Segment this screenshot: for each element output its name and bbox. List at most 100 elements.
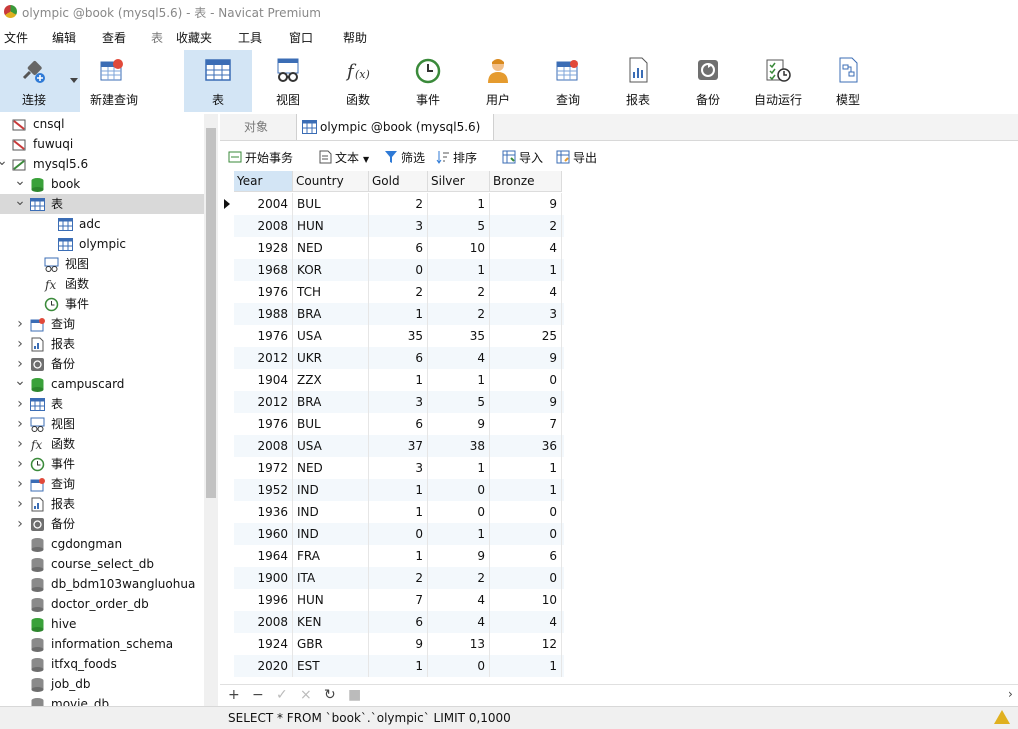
- cell-silver[interactable]: 1: [428, 369, 490, 391]
- cell-country[interactable]: USA: [293, 325, 369, 347]
- sidebar-item[interactable]: itfxq_foods: [0, 654, 204, 674]
- backup-button[interactable]: 备份: [676, 50, 740, 112]
- cell-bronze[interactable]: 4: [490, 281, 562, 303]
- cell-gold[interactable]: 1: [369, 655, 428, 677]
- cell-country[interactable]: EST: [293, 655, 369, 677]
- table-row[interactable]: 1900 ITA 2 2 0: [234, 567, 564, 589]
- cell-bronze[interactable]: 9: [490, 193, 562, 215]
- sidebar-item[interactable]: doctor_order_db: [0, 594, 204, 614]
- sidebar-item[interactable]: fuwuqi: [0, 134, 204, 154]
- user-button[interactable]: 用户: [466, 50, 530, 112]
- scroll-right-icon[interactable]: ›: [1008, 687, 1013, 701]
- cell-year[interactable]: 1960: [234, 523, 293, 545]
- cell-year[interactable]: 1976: [234, 413, 293, 435]
- cell-bronze[interactable]: 10: [490, 589, 562, 611]
- sidebar-item[interactable]: › 事件: [0, 454, 204, 474]
- cell-bronze[interactable]: 0: [490, 567, 562, 589]
- table-row[interactable]: 1968 KOR 0 1 1: [234, 259, 564, 281]
- cell-bronze[interactable]: 25: [490, 325, 562, 347]
- cell-gold[interactable]: 6: [369, 413, 428, 435]
- table-row[interactable]: 1976 USA 35 35 25: [234, 325, 564, 347]
- cell-gold[interactable]: 1: [369, 479, 428, 501]
- sidebar-item[interactable]: information_schema: [0, 634, 204, 654]
- cell-silver[interactable]: 5: [428, 391, 490, 413]
- cell-bronze[interactable]: 1: [490, 479, 562, 501]
- sidebar-item[interactable]: › 查询: [0, 474, 204, 494]
- column-header-year[interactable]: Year: [234, 171, 293, 192]
- cell-country[interactable]: NED: [293, 457, 369, 479]
- table-row[interactable]: 1976 TCH 2 2 4: [234, 281, 564, 303]
- warning-icon[interactable]: [994, 710, 1010, 724]
- chevron-down-icon[interactable]: ⌄: [14, 374, 26, 394]
- cell-gold[interactable]: 0: [369, 523, 428, 545]
- cell-silver[interactable]: 0: [428, 501, 490, 523]
- table-row[interactable]: 1904 ZZX 1 1 0: [234, 369, 564, 391]
- cell-year[interactable]: 1928: [234, 237, 293, 259]
- cell-country[interactable]: KOR: [293, 259, 369, 281]
- cell-silver[interactable]: 9: [428, 413, 490, 435]
- cell-gold[interactable]: 2: [369, 567, 428, 589]
- cell-year[interactable]: 1968: [234, 259, 293, 281]
- cell-silver[interactable]: 1: [428, 259, 490, 281]
- sidebar-item[interactable]: 事件: [0, 294, 204, 314]
- table-row[interactable]: 1964 FRA 1 9 6: [234, 545, 564, 567]
- sidebar-item[interactable]: movie_db: [0, 694, 204, 706]
- report-button[interactable]: 报表: [606, 50, 670, 112]
- cell-year[interactable]: 2008: [234, 611, 293, 633]
- cell-gold[interactable]: 6: [369, 237, 428, 259]
- sidebar-item[interactable]: 视图: [0, 254, 204, 274]
- cell-country[interactable]: IND: [293, 523, 369, 545]
- sidebar-scrollbar-thumb[interactable]: [206, 128, 216, 498]
- cell-bronze[interactable]: 2: [490, 215, 562, 237]
- cell-year[interactable]: 2012: [234, 347, 293, 369]
- sidebar-item[interactable]: adc: [0, 214, 204, 234]
- cell-silver[interactable]: 2: [428, 567, 490, 589]
- table-row[interactable]: 1996 HUN 7 4 10: [234, 589, 564, 611]
- cell-gold[interactable]: 6: [369, 347, 428, 369]
- sidebar-item[interactable]: cnsql: [0, 114, 204, 134]
- menu-favorites[interactable]: 收藏夹: [176, 29, 212, 46]
- cell-country[interactable]: HUN: [293, 215, 369, 237]
- cell-silver[interactable]: 0: [428, 655, 490, 677]
- cell-country[interactable]: KEN: [293, 611, 369, 633]
- table-row[interactable]: 1988 BRA 1 2 3: [234, 303, 564, 325]
- table-button[interactable]: 表: [184, 50, 252, 112]
- cell-year[interactable]: 2008: [234, 215, 293, 237]
- view-button[interactable]: 视图: [256, 50, 320, 112]
- cell-bronze[interactable]: 3: [490, 303, 562, 325]
- chevron-right-icon[interactable]: ›: [14, 314, 26, 334]
- cell-bronze[interactable]: 0: [490, 523, 562, 545]
- sidebar-item[interactable]: › 备份: [0, 514, 204, 534]
- menu-tools[interactable]: 工具: [238, 29, 262, 46]
- filter-button[interactable]: 筛选: [384, 148, 425, 168]
- chevron-right-icon[interactable]: ›: [14, 394, 26, 414]
- chevron-down-icon[interactable]: ⌄: [14, 194, 26, 214]
- cell-silver[interactable]: 1: [428, 457, 490, 479]
- cell-year[interactable]: 2008: [234, 435, 293, 457]
- sidebar-item[interactable]: ⌄ mysql5.6: [0, 154, 204, 174]
- cell-year[interactable]: 2012: [234, 391, 293, 413]
- stop-icon[interactable]: ■: [348, 687, 361, 703]
- column-header-gold[interactable]: Gold: [369, 171, 428, 192]
- cell-country[interactable]: NED: [293, 237, 369, 259]
- menu-window[interactable]: 窗口: [289, 29, 313, 46]
- cell-country[interactable]: BUL: [293, 193, 369, 215]
- cell-gold[interactable]: 1: [369, 501, 428, 523]
- chevron-down-icon[interactable]: ▼: [363, 155, 369, 164]
- cell-bronze[interactable]: 1: [490, 457, 562, 479]
- cell-country[interactable]: IND: [293, 501, 369, 523]
- cell-bronze[interactable]: 0: [490, 501, 562, 523]
- cell-bronze[interactable]: 12: [490, 633, 562, 655]
- cell-gold[interactable]: 3: [369, 391, 428, 413]
- table-row[interactable]: 2004 BUL 2 1 9: [234, 193, 564, 215]
- column-header-bronze[interactable]: Bronze: [490, 171, 562, 192]
- cell-bronze[interactable]: 4: [490, 237, 562, 259]
- cell-year[interactable]: 1988: [234, 303, 293, 325]
- connect-button[interactable]: 连接: [0, 50, 80, 112]
- new-query-button[interactable]: 新建查询: [84, 50, 144, 112]
- cell-silver[interactable]: 0: [428, 479, 490, 501]
- cell-country[interactable]: ITA: [293, 567, 369, 589]
- apply-changes-icon[interactable]: ✓: [276, 687, 288, 703]
- add-record-icon[interactable]: +: [228, 687, 240, 703]
- sidebar-item[interactable]: cgdongman: [0, 534, 204, 554]
